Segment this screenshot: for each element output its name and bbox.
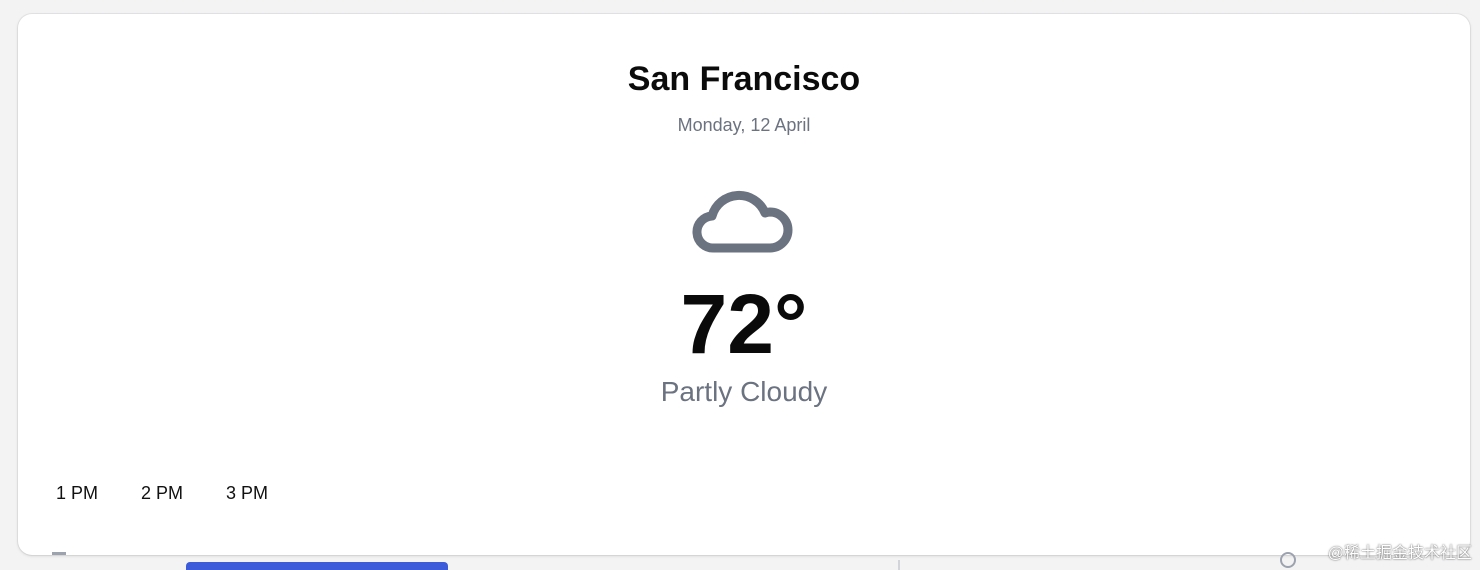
hourly-item-2pm[interactable]: 2 PM	[141, 484, 183, 502]
hourly-forecast: 1 PM 2 PM 3 PM	[56, 484, 268, 502]
hourly-item-3pm[interactable]: 3 PM	[226, 484, 268, 502]
partial-element	[52, 552, 66, 555]
city-name: San Francisco	[627, 60, 861, 98]
current-temperature: 72°	[680, 277, 808, 371]
hourly-item-1pm[interactable]: 1 PM	[56, 484, 98, 502]
partial-circle-icon	[1280, 552, 1296, 568]
partial-button[interactable]	[186, 562, 448, 570]
watermark: @稀土掘金技术社区	[1327, 545, 1472, 562]
current-date: Monday, 12 April	[677, 115, 811, 135]
partial-divider	[898, 560, 900, 570]
weather-card: San Francisco Monday, 12 April 72° Partl…	[18, 14, 1470, 555]
weather-condition: Partly Cloudy	[660, 376, 828, 407]
cloud-icon	[692, 190, 793, 253]
